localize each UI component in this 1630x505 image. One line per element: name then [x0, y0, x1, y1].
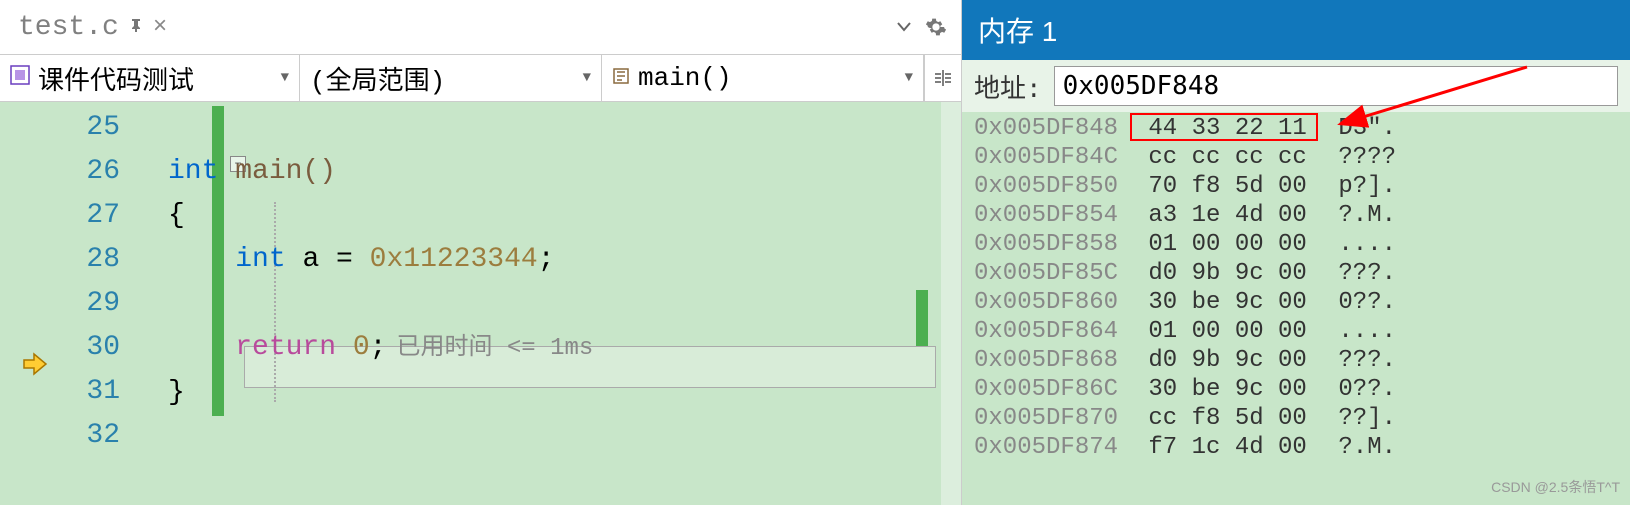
function-icon — [612, 63, 630, 93]
chevron-down-icon: ▼ — [267, 70, 289, 86]
memory-row: 0x005DF86C 30 be 9c 00 0??. — [974, 375, 1618, 404]
line-numbers: 25 26 27 28 29 30 31 32 — [0, 102, 150, 505]
memory-row: 0x005DF860 30 be 9c 00 0??. — [974, 288, 1618, 317]
navigation-bar: 课件代码测试 ▼ (全局范围) ▼ main() ▼ — [0, 54, 961, 102]
close-icon[interactable]: × — [153, 14, 167, 41]
class-dropdown[interactable]: (全局范围) ▼ — [300, 55, 602, 101]
scope-dropdown[interactable]: 课件代码测试 ▼ — [0, 55, 300, 101]
watermark: CSDN @2.5条悟T^T — [1491, 477, 1620, 497]
tab-filename: test.c — [18, 12, 119, 43]
memory-row: 0x005DF868 d0 9b 9c 00 ???. — [974, 346, 1618, 375]
function-label: main() — [638, 63, 732, 93]
memory-row: 0x005DF870 cc f8 5d 00 ??]. — [974, 404, 1618, 433]
scope-label: 课件代码测试 — [38, 60, 194, 97]
scope-icon — [10, 63, 30, 93]
code-content[interactable]: int main() { int a = 0x11223344; return … — [150, 102, 961, 505]
memory-rows[interactable]: 0x005DF848 44 33 22 11 D3".0x005DF84C cc… — [962, 112, 1630, 505]
memory-row: 0x005DF84C cc cc cc cc ???? — [974, 143, 1618, 172]
tab-right-controls — [897, 16, 961, 38]
memory-pane: 内存 1 地址: 0x005DF848 44 33 22 11 D3".0x00… — [962, 0, 1630, 505]
chevron-down-icon: ▼ — [569, 70, 591, 86]
address-input[interactable] — [1054, 66, 1618, 106]
memory-row: 0x005DF85C d0 9b 9c 00 ???. — [974, 259, 1618, 288]
function-dropdown[interactable]: main() ▼ — [602, 55, 924, 101]
split-button[interactable] — [924, 55, 961, 101]
chevron-down-icon: ▼ — [891, 70, 913, 86]
memory-row: 0x005DF864 01 00 00 00 .... — [974, 317, 1618, 346]
memory-row: 0x005DF854 a3 1e 4d 00 ?.M. — [974, 201, 1618, 230]
tab-dropdown-icon[interactable] — [897, 22, 911, 32]
code-area[interactable]: − 25 26 27 28 29 30 31 32 int main() { i… — [0, 102, 961, 505]
memory-row: 0x005DF850 70 f8 5d 00 p?]. — [974, 172, 1618, 201]
perf-hint: 已用时间 <= 1ms — [386, 335, 593, 362]
execution-pointer-icon — [20, 350, 48, 378]
class-label: (全局范围) — [310, 60, 445, 97]
file-tab[interactable]: test.c × — [10, 8, 175, 47]
memory-address-bar: 地址: — [962, 60, 1630, 112]
memory-row: 0x005DF858 01 00 00 00 .... — [974, 230, 1618, 259]
tab-bar: test.c × — [0, 0, 961, 54]
memory-title: 内存 1 — [962, 0, 1630, 60]
pin-icon[interactable] — [129, 18, 143, 37]
address-label: 地址: — [974, 68, 1042, 105]
memory-row: 0x005DF874 f7 1c 4d 00 ?.M. — [974, 433, 1618, 462]
editor-pane: test.c × 课件代码测试 ▼ (全局范围) ▼ — [0, 0, 962, 505]
gear-icon[interactable] — [925, 16, 947, 38]
scrollbar[interactable] — [941, 102, 961, 505]
memory-row: 0x005DF848 44 33 22 11 D3". — [974, 114, 1618, 143]
